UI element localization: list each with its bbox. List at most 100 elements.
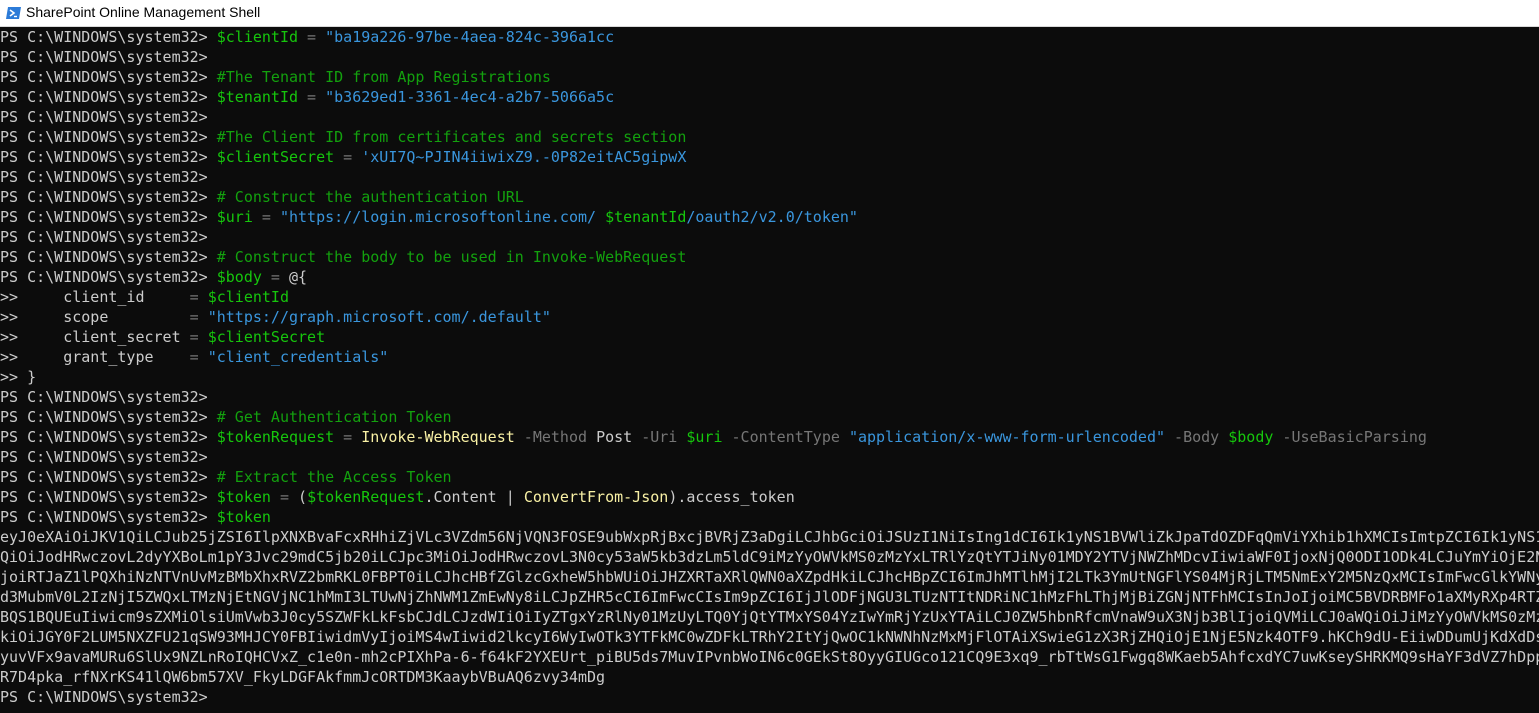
console-prompt: >> xyxy=(0,328,64,346)
console-token: #The Tenant ID from App Registrations xyxy=(216,68,551,86)
console-prompt: >> xyxy=(0,368,28,386)
console-token: "ba19a226-97be-4aea-824c-396a1cc xyxy=(325,28,615,46)
console-prompt: PS C:\WINDOWS\system32> xyxy=(0,448,208,466)
console-line: >> client_id = $clientId xyxy=(0,287,1539,307)
console-token: client_secret xyxy=(63,328,190,346)
console-line: PS C:\WINDOWS\system32> $token xyxy=(0,507,1539,527)
console-line: eyJ0eXAiOiJKV1QiLCJub25jZSI6IlpXNXBvaFcx… xyxy=(0,527,1539,547)
console-line: BQS1BQUEuIiwicm9sZXMiOlsiUmVwb3J0cy5SZWF… xyxy=(0,607,1539,627)
console-token: = xyxy=(261,268,289,286)
console-token: $token xyxy=(216,508,271,526)
console-token: 'xUI7Q~PJIN4iiwixZ9.-0P82eitAC5gipwX xyxy=(361,148,687,166)
console-prompt: PS C:\WINDOWS\system32> xyxy=(0,428,217,446)
console-token: } xyxy=(27,368,37,386)
console-token: # Extract the Access Token xyxy=(216,468,452,486)
console-token: grant_type xyxy=(63,348,190,366)
console-prompt: PS C:\WINDOWS\system32> xyxy=(0,268,217,286)
console-line: PS C:\WINDOWS\system32> #The Tenant ID f… xyxy=(0,67,1539,87)
console-prompt: PS C:\WINDOWS\system32> xyxy=(0,28,217,46)
console-token: -Uri xyxy=(632,428,687,446)
console-token: "b3629ed1-3361-4ec4-a2b7-5066a5c xyxy=(325,88,615,106)
console-token: "https://login.microsoftonline.com/ xyxy=(279,208,606,226)
console-token: = xyxy=(252,208,280,226)
console-line: PS C:\WINDOWS\system32> $tokenRequest = … xyxy=(0,427,1539,447)
console-prompt: >> xyxy=(0,308,64,326)
console-line: PS C:\WINDOWS\system32> xyxy=(0,107,1539,127)
console-prompt: PS C:\WINDOWS\system32> xyxy=(0,128,217,146)
console-line: PS C:\WINDOWS\system32> xyxy=(0,687,1539,707)
console-token: $tokenRequest xyxy=(216,428,335,446)
console-prompt: PS C:\WINDOWS\system32> xyxy=(0,148,217,166)
console-token: $uri xyxy=(686,428,723,446)
console-token: = xyxy=(189,328,208,346)
console-prompt: PS C:\WINDOWS\system32> xyxy=(0,68,217,86)
console-token: "https://graph.microsoft.com/.default" xyxy=(207,308,551,326)
console-line: PS C:\WINDOWS\system32> $clientSecret = … xyxy=(0,147,1539,167)
console-line: PS C:\WINDOWS\system32> xyxy=(0,387,1539,407)
console-prompt: PS C:\WINDOWS\system32> xyxy=(0,388,208,406)
console-line: QiOiJodHRwczovL2dyYXBoLm1pY3Jvc29mdC5jb2… xyxy=(0,547,1539,567)
console-token: joiRTJaZ1lPQXhiNzNTVnUvMzBMbXhxRVZ2bmRKL… xyxy=(0,568,1539,586)
console-token: yuvVFx9avaMURu6SlUx9NZLnRoIQHCVxZ_c1e0n-… xyxy=(0,648,1539,666)
console-line: PS C:\WINDOWS\system32> # Extract the Ac… xyxy=(0,467,1539,487)
console-line: PS C:\WINDOWS\system32> # Get Authentica… xyxy=(0,407,1539,427)
console-token: = xyxy=(298,88,326,106)
window-title: SharePoint Online Management Shell xyxy=(26,4,261,20)
console-token: ( xyxy=(298,488,308,506)
console-token: -Body xyxy=(1165,428,1229,446)
console-prompt: PS C:\WINDOWS\system32> xyxy=(0,108,208,126)
console-line: PS C:\WINDOWS\system32> $tenantId = "b36… xyxy=(0,87,1539,107)
console-prompt: PS C:\WINDOWS\system32> xyxy=(0,188,217,206)
console-token: $token xyxy=(216,488,271,506)
console-line: >> grant_type = "client_credentials" xyxy=(0,347,1539,367)
console-prompt: PS C:\WINDOWS\system32> xyxy=(0,488,217,506)
console-output[interactable]: PS C:\WINDOWS\system32> $clientId = "ba1… xyxy=(0,27,1539,713)
console-token: = xyxy=(189,308,208,326)
console-token: -ContentType xyxy=(722,428,849,446)
console-token: # Construct the authentication URL xyxy=(216,188,524,206)
console-line: PS C:\WINDOWS\system32> xyxy=(0,447,1539,467)
console-line: joiRTJaZ1lPQXhiNzNTVnUvMzBMbXhxRVZ2bmRKL… xyxy=(0,567,1539,587)
console-token: $body xyxy=(1228,428,1274,446)
console-token: $clientId xyxy=(207,288,289,306)
console-prompt: PS C:\WINDOWS\system32> xyxy=(0,248,217,266)
console-token: kiOiJGY0F2LUM5NXZFU21qSW93MHJCY0FBIiwidm… xyxy=(0,628,1539,646)
console-token: = xyxy=(298,28,326,46)
console-line: PS C:\WINDOWS\system32> # Construct the … xyxy=(0,247,1539,267)
console-token: = xyxy=(270,488,299,506)
console-token: $tokenRequest xyxy=(307,488,425,506)
console-line: PS C:\WINDOWS\system32> $body = @{ xyxy=(0,267,1539,287)
console-line: d3MubmV0L2IzNjI5ZWQxLTMzNjEtNGVjNC1hMmI3… xyxy=(0,587,1539,607)
console-line: PS C:\WINDOWS\system32> #The Client ID f… xyxy=(0,127,1539,147)
console-token: # Construct the body to be used in Invok… xyxy=(216,248,687,266)
console-token: $clientSecret xyxy=(207,328,326,346)
window-titlebar: SharePoint Online Management Shell xyxy=(0,0,1539,27)
console-token: = xyxy=(334,428,362,446)
console-prompt: PS C:\WINDOWS\system32> xyxy=(0,408,217,426)
console-token: $body xyxy=(216,268,262,286)
console-line: PS C:\WINDOWS\system32> $clientId = "ba1… xyxy=(0,27,1539,47)
console-token: Post xyxy=(596,428,633,446)
console-token: = xyxy=(334,148,362,166)
console-line: >> scope = "https://graph.microsoft.com/… xyxy=(0,307,1539,327)
console-token: # Get Authentication Token xyxy=(216,408,452,426)
console-token: ConvertFrom-Json xyxy=(523,488,669,506)
console-line: PS C:\WINDOWS\system32> $uri = "https://… xyxy=(0,207,1539,227)
console-token: $clientId xyxy=(216,28,299,46)
console-line: PS C:\WINDOWS\system32> $token = ($token… xyxy=(0,487,1539,507)
console-token: $tenantId xyxy=(605,208,687,226)
console-token: eyJ0eXAiOiJKV1QiLCJub25jZSI6IlpXNXBvaFcx… xyxy=(0,528,1539,546)
console-token: QiOiJodHRwczovL2dyYXBoLm1pY3Jvc29mdC5jb2… xyxy=(0,548,1539,566)
console-token: Invoke-WebRequest xyxy=(361,428,515,446)
console-token: d3MubmV0L2IzNjI5ZWQxLTMzNjEtNGVjNC1hMmI3… xyxy=(0,588,1539,606)
console-token: $uri xyxy=(216,208,253,226)
console-token: #The Client ID from certificates and sec… xyxy=(216,128,687,146)
console-token: -UseBasicParsing xyxy=(1273,428,1427,446)
console-token: ).access_token xyxy=(668,488,795,506)
console-token: = xyxy=(189,348,208,366)
console-token: = xyxy=(189,288,208,306)
console-line: PS C:\WINDOWS\system32> # Construct the … xyxy=(0,187,1539,207)
console-prompt: PS C:\WINDOWS\system32> xyxy=(0,48,208,66)
console-token: R7D4pka_rfNXrKS41lQW6bm57XV_FkyLDGFAkfmm… xyxy=(0,668,606,686)
console-prompt: PS C:\WINDOWS\system32> xyxy=(0,468,217,486)
